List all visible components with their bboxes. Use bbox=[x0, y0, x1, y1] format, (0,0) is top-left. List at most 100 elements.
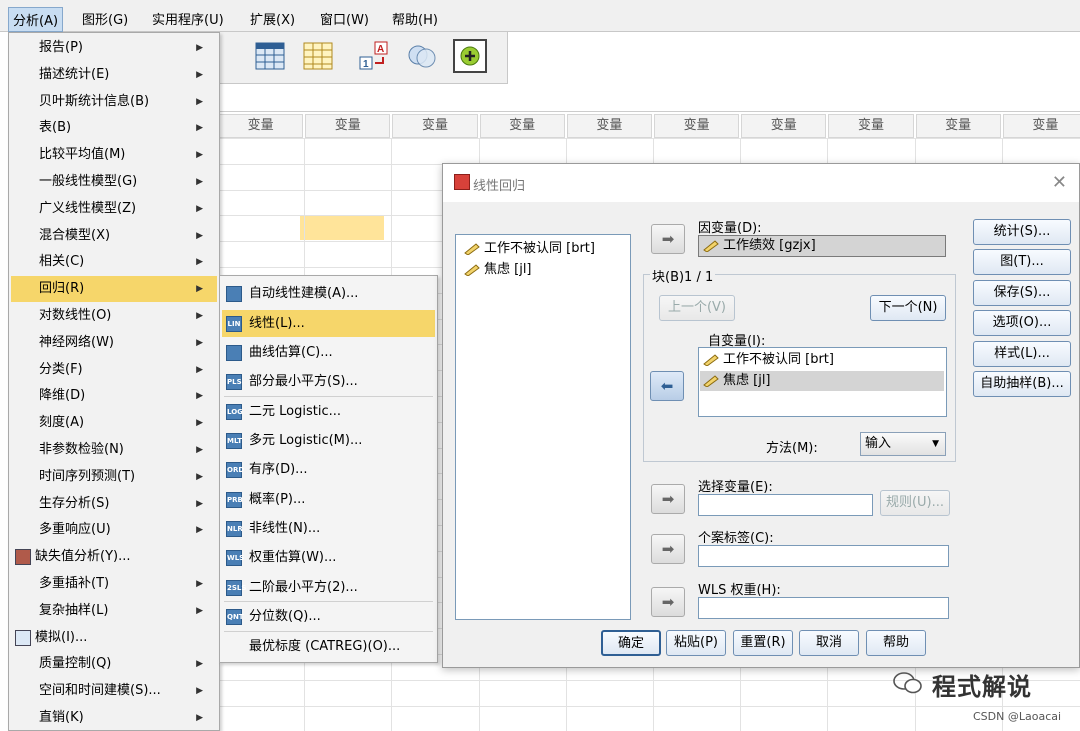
dependent-field[interactable]: 工作绩效 [gzjx] bbox=[698, 235, 946, 257]
use-sets-icon[interactable] bbox=[407, 41, 437, 71]
column-header[interactable]: 变量 bbox=[915, 114, 1001, 138]
move-to-independent-button[interactable]: ⬅ bbox=[650, 371, 684, 401]
list-item[interactable]: 焦虑 [jl] bbox=[462, 260, 532, 280]
column-header[interactable]: 变量 bbox=[566, 114, 652, 138]
menu-item[interactable]: 自动线性建模(A)... bbox=[222, 280, 435, 307]
menu-item[interactable]: LIN 线性(L)... bbox=[222, 310, 435, 337]
menu-item[interactable]: 描述统计(E) ▶ bbox=[11, 62, 217, 88]
move-to-wls-button[interactable]: ➡ bbox=[651, 587, 685, 617]
menu-item[interactable]: ORD 有序(D)... bbox=[222, 456, 435, 483]
column-header[interactable]: 变量 bbox=[218, 114, 304, 138]
menu-item[interactable]: 生存分析(S) ▶ bbox=[11, 491, 217, 517]
save-button[interactable]: 保存(S)... bbox=[973, 280, 1071, 306]
menu-item[interactable]: 多重插补(T) ▶ bbox=[11, 571, 217, 597]
move-to-dependent-button[interactable]: ➡ bbox=[651, 224, 685, 254]
menu-item[interactable]: 复杂抽样(L) ▶ bbox=[11, 598, 217, 624]
chevron-right-icon: ▶ bbox=[196, 391, 203, 402]
menu-item-label: 部分最小平方(S)... bbox=[249, 374, 358, 389]
cancel-button[interactable]: 取消 bbox=[799, 630, 859, 656]
chevron-right-icon: ▶ bbox=[196, 123, 203, 134]
ok-button[interactable]: 确定 bbox=[601, 630, 661, 656]
list-item[interactable]: 工作不被认同 [brt] bbox=[701, 350, 834, 370]
list-item[interactable]: 焦虑 [jl] bbox=[701, 371, 771, 391]
menu-item[interactable]: 降维(D) ▶ bbox=[11, 383, 217, 409]
column-header[interactable]: 变量 bbox=[1002, 114, 1080, 138]
menu-item[interactable]: 对数线性(O) ▶ bbox=[11, 303, 217, 329]
menu-item[interactable]: 表(B) ▶ bbox=[11, 115, 217, 141]
close-icon[interactable]: ✕ bbox=[1052, 172, 1067, 193]
move-to-case-labels-button[interactable]: ➡ bbox=[651, 534, 685, 564]
menu-item[interactable]: 质量控制(Q) ▶ bbox=[11, 651, 217, 677]
menu-item[interactable]: 报告(P) ▶ bbox=[11, 35, 217, 61]
menu-item[interactable]: 非参数检验(N) ▶ bbox=[11, 437, 217, 463]
case-labels-field[interactable] bbox=[698, 545, 949, 567]
column-header[interactable]: 变量 bbox=[654, 114, 740, 138]
menu-item[interactable]: 曲线估算(C)... bbox=[222, 339, 435, 366]
style-button[interactable]: 样式(L)... bbox=[973, 341, 1071, 367]
source-variable-list[interactable]: 工作不被认同 [brt] 焦虑 [jl] bbox=[455, 234, 631, 620]
menu-item[interactable]: 模拟(I)... bbox=[11, 625, 217, 651]
menu-item-label: 多元 Logistic(M)... bbox=[249, 433, 363, 448]
help-button[interactable]: 帮助 bbox=[866, 630, 926, 656]
statistics-button[interactable]: 统计(S)... bbox=[973, 219, 1071, 245]
menu-utilities[interactable]: 实用程序(U) bbox=[148, 7, 228, 30]
options-button[interactable]: 选项(O)... bbox=[973, 310, 1071, 336]
menu-item[interactable]: 最优标度 (CATREG)(O)... bbox=[222, 633, 435, 660]
menu-item[interactable]: 多重响应(U) ▶ bbox=[11, 517, 217, 543]
menu-extensions[interactable]: 扩展(X) bbox=[246, 7, 299, 30]
menu-item[interactable]: WLS 权重估算(W)... bbox=[222, 544, 435, 571]
paste-button[interactable]: 粘贴(P) bbox=[666, 630, 726, 656]
menu-item[interactable]: PRB 概率(P)... bbox=[222, 486, 435, 513]
column-header[interactable]: 变量 bbox=[479, 114, 565, 138]
prev-block-button[interactable]: 上一个(V) bbox=[659, 295, 735, 321]
menu-item[interactable]: NLR 非线性(N)... bbox=[222, 515, 435, 542]
menu-analyze[interactable]: 分析(A) bbox=[8, 7, 64, 32]
column-header[interactable]: 变量 bbox=[392, 114, 478, 138]
selection-field[interactable] bbox=[698, 494, 873, 516]
bootstrap-button[interactable]: 自助抽样(B)... bbox=[973, 371, 1071, 397]
column-header[interactable]: 变量 bbox=[741, 114, 827, 138]
menu-item[interactable]: 时间序列预测(T) ▶ bbox=[11, 464, 217, 490]
menu-item[interactable]: 缺失值分析(Y)... bbox=[11, 544, 217, 570]
independent-list[interactable]: 工作不被认同 [brt] 焦虑 [jl] bbox=[698, 347, 947, 417]
wls-field[interactable] bbox=[698, 597, 949, 619]
value-labels-icon[interactable]: A 1 bbox=[359, 41, 389, 71]
rule-button[interactable]: 规则(U)... bbox=[880, 490, 950, 516]
menu-item[interactable]: 分类(F) ▶ bbox=[11, 357, 217, 383]
menu-item[interactable]: 2SLS 二阶最小平方(2)... bbox=[222, 574, 435, 601]
menu-item[interactable]: 神经网络(W) ▶ bbox=[11, 330, 217, 356]
column-header[interactable]: 变量 bbox=[828, 114, 914, 138]
menu-item[interactable]: 混合模型(X) ▶ bbox=[11, 223, 217, 249]
menu-item[interactable]: 回归(R) ▶ bbox=[11, 276, 217, 303]
menu-window[interactable]: 窗口(W) bbox=[316, 7, 373, 30]
menu-help[interactable]: 帮助(H) bbox=[388, 7, 442, 30]
menu-item[interactable]: 广义线性模型(Z) ▶ bbox=[11, 196, 217, 222]
menu-item[interactable]: LOG 二元 Logistic... bbox=[222, 398, 435, 425]
multinomial-logistic-icon: MLT bbox=[226, 433, 242, 449]
data-view-icon[interactable] bbox=[255, 41, 285, 71]
column-header[interactable]: 变量 bbox=[305, 114, 391, 138]
chevron-right-icon: ▶ bbox=[196, 418, 203, 429]
menu-item[interactable]: 空间和时间建模(S)... ▶ bbox=[11, 678, 217, 704]
menu-item[interactable]: 比较平均值(M) ▶ bbox=[11, 142, 217, 168]
menu-graphs[interactable]: 图形(G) bbox=[78, 7, 132, 30]
menu-item[interactable]: 贝叶斯统计信息(B) ▶ bbox=[11, 89, 217, 115]
custom-add-icon[interactable] bbox=[453, 39, 487, 73]
method-select[interactable]: 输入 ▼ bbox=[860, 432, 946, 456]
menu-item[interactable]: 一般线性模型(G) ▶ bbox=[11, 169, 217, 195]
scale-ruler-icon bbox=[703, 240, 719, 252]
menu-item[interactable]: MLT 多元 Logistic(M)... bbox=[222, 427, 435, 454]
variable-view-icon[interactable] bbox=[303, 41, 333, 71]
move-to-selection-button[interactable]: ➡ bbox=[651, 484, 685, 514]
next-block-button[interactable]: 下一个(N) bbox=[870, 295, 946, 321]
menu-item[interactable]: 直销(K) ▶ bbox=[11, 705, 217, 731]
selected-cell[interactable] bbox=[300, 216, 384, 240]
menu-item[interactable]: PLS 部分最小平方(S)... bbox=[222, 368, 435, 395]
menu-item[interactable]: QNT 分位数(Q)... bbox=[222, 603, 435, 630]
menu-item[interactable]: 刻度(A) ▶ bbox=[11, 410, 217, 436]
list-item[interactable]: 工作不被认同 [brt] bbox=[462, 239, 595, 259]
plots-button[interactable]: 图(T)... bbox=[973, 249, 1071, 275]
cell-editor-strip[interactable] bbox=[218, 84, 1080, 112]
menu-item[interactable]: 相关(C) ▶ bbox=[11, 249, 217, 275]
reset-button[interactable]: 重置(R) bbox=[733, 630, 793, 656]
